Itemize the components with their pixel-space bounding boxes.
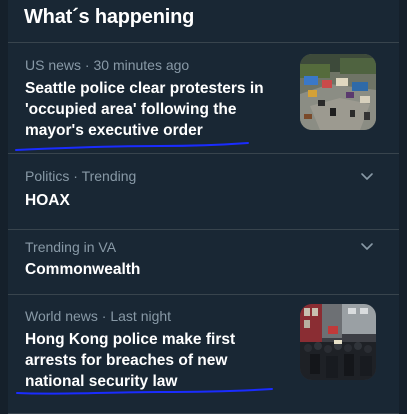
trend-category: Politics [25, 168, 70, 184]
trend-meta: World news · Last night [25, 308, 171, 324]
chevron-down-icon[interactable] [359, 168, 375, 184]
meta-separator: · [73, 168, 78, 184]
trend-topic: HOAX [25, 192, 70, 209]
meta-separator: · [84, 57, 90, 73]
section-title: What´s happening [24, 6, 195, 28]
trend-item-hoax[interactable]: Politics · Trending HOAX [8, 154, 399, 229]
trend-item-hong-kong[interactable]: World news · Last night Hong Kong police… [8, 295, 399, 414]
headline-line: mayor's executive order [25, 122, 203, 139]
trend-category: World news [25, 308, 98, 324]
trend-headline: Seattle police clear protesters in 'occu… [25, 78, 264, 141]
trend-context: Trending in VA [25, 239, 117, 255]
headline-line: Hong Kong police make first [25, 331, 236, 348]
headline-line: arrests for breaches of new [25, 352, 228, 369]
trend-time: Last night [110, 308, 172, 324]
trend-time: 30 minutes ago [93, 57, 190, 73]
protest-camp-photo [300, 54, 376, 130]
trend-topic: Commonwealth [25, 261, 141, 278]
protest-camp-thumbnail[interactable] [300, 54, 376, 130]
trend-meta: Trending in VA [25, 239, 116, 255]
whats-happening-panel: What´s happening US news · 30 minutes ag… [8, 0, 399, 414]
trend-context: Trending [81, 168, 137, 184]
police-crowd-photo [300, 304, 376, 380]
headline-line: Seattle police clear protesters in [25, 80, 264, 97]
trend-meta: Politics · Trending [25, 168, 136, 184]
headline-line: 'occupied area' following the [25, 101, 237, 118]
headline-line: national security law [25, 373, 178, 390]
chevron-down-icon[interactable] [359, 238, 375, 254]
meta-separator: · [101, 308, 107, 324]
trend-meta: US news · 30 minutes ago [25, 57, 189, 73]
trend-item-seattle[interactable]: US news · 30 minutes ago Seattle police … [8, 43, 399, 153]
trend-category: US news [25, 57, 82, 73]
trend-headline: Hong Kong police make first arrests for … [25, 329, 235, 392]
police-crowd-thumbnail[interactable] [300, 304, 376, 380]
trend-item-commonwealth[interactable]: Trending in VA Commonwealth [8, 230, 399, 295]
